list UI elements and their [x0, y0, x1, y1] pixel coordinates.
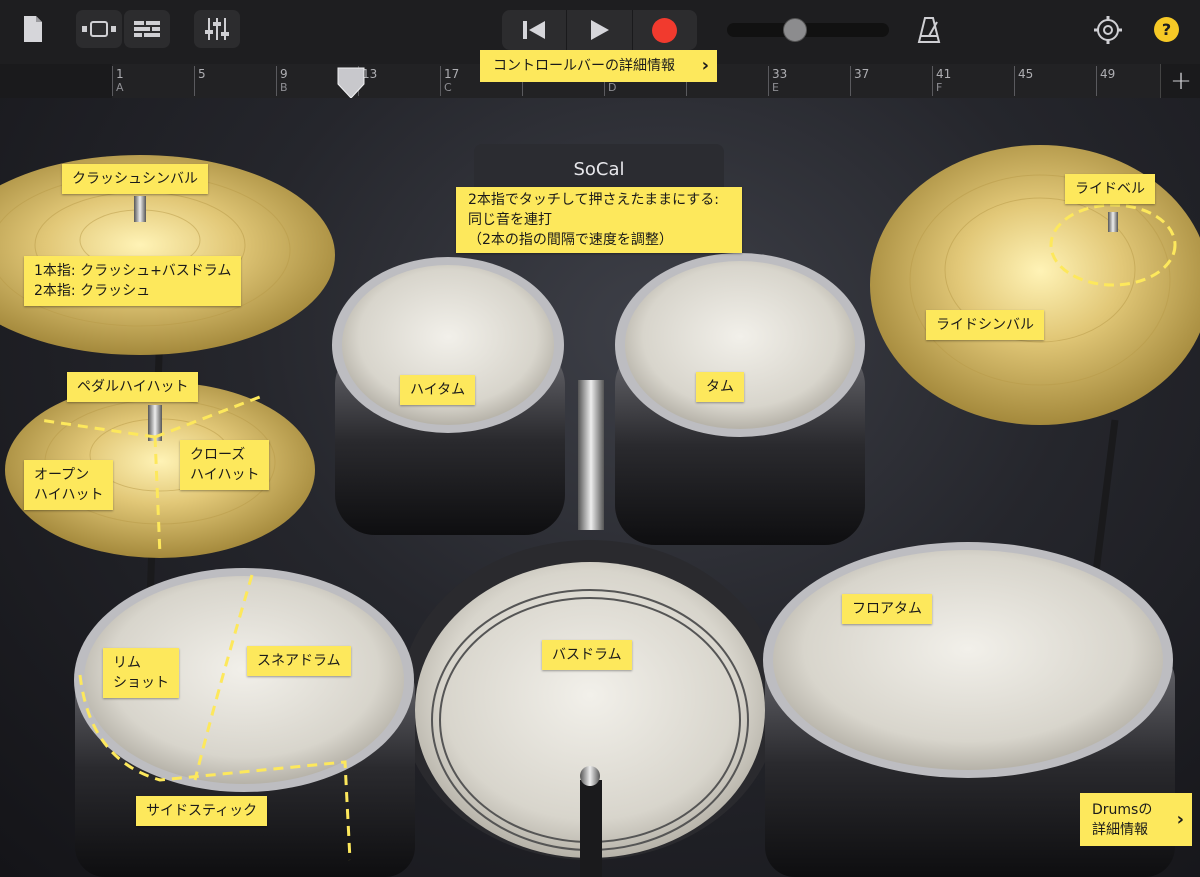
- document-icon: [24, 16, 42, 42]
- ruler-bar-marker: [850, 66, 851, 96]
- bass-drum[interactable]: [400, 540, 780, 877]
- view-toggle-button[interactable]: [76, 10, 122, 48]
- record-icon: [652, 17, 678, 43]
- pedal-hihat-label: ペダルハイハット: [67, 372, 199, 402]
- rim-shot-line: ショット: [113, 675, 169, 691]
- ruler-bar-marker: [440, 66, 441, 96]
- rim-shot-line: リム: [113, 655, 141, 671]
- tom-label: タム: [696, 372, 744, 402]
- settings-button[interactable]: [1094, 16, 1122, 48]
- metronome-button[interactable]: [916, 16, 942, 48]
- tracks-view-button[interactable]: [124, 10, 170, 48]
- help-button[interactable]: ?: [1154, 17, 1179, 42]
- ruler-bar-number: 33: [772, 67, 788, 81]
- ruler-bar-marker: [1096, 66, 1097, 96]
- add-section-button[interactable]: +: [1160, 64, 1200, 98]
- view-toggle-icon: [82, 21, 116, 37]
- transport-controls: [502, 10, 697, 50]
- plus-icon: +: [1170, 66, 1192, 96]
- ruler-bar-number: 49: [1100, 67, 1116, 81]
- drums-info-button[interactable]: Drumsの 詳細情報 ›: [1080, 793, 1192, 846]
- side-stick-label: サイドスティック: [136, 796, 268, 826]
- record-button[interactable]: [633, 10, 697, 50]
- help-icon: ?: [1161, 20, 1172, 39]
- ruler-bar-marker: [932, 66, 933, 96]
- tom-mount: [578, 380, 604, 530]
- control-bar-info-label: コントロールバーの詳細情報: [493, 58, 675, 74]
- ruler-bar-marker: [194, 66, 195, 96]
- ruler-bar-marker: [276, 66, 277, 96]
- volume-knob[interactable]: [783, 18, 807, 42]
- volume-slider[interactable]: [727, 23, 889, 37]
- control-bar-info-button[interactable]: コントロールバーの詳細情報 ›: [480, 50, 717, 82]
- crash-cymbal-label: クラッシュシンバル: [62, 164, 208, 194]
- play-button[interactable]: [567, 10, 633, 50]
- ruler-bar-number: 37: [854, 67, 870, 81]
- crash-instruction-line: 1本指: クラッシュ+バスドラム: [34, 263, 232, 279]
- ride-cymbal-label: ライドシンバル: [926, 310, 1044, 340]
- crash-instruction-line: 2本指: クラッシュ: [34, 283, 151, 299]
- rim-shot-label: リム ショット: [103, 648, 179, 698]
- ruler-bar-number: 9: [280, 67, 288, 81]
- repeat-instruction-line: 2本指でタッチして押さえたままにする:: [468, 192, 719, 208]
- snare-drum-label: スネアドラム: [247, 646, 351, 676]
- mixer-button[interactable]: [194, 10, 240, 48]
- repeat-note-instructions: 2本指でタッチして押さえたままにする: 同じ音を連打 （2本の指の間隔で速度を調…: [456, 187, 742, 253]
- ruler-bar-number: 41: [936, 67, 952, 81]
- bass-drum-label: バスドラム: [542, 640, 632, 670]
- drums-info-line: Drumsの: [1092, 801, 1153, 818]
- drums-info-line: 詳細情報: [1092, 821, 1148, 838]
- high-tom-label: ハイタム: [400, 375, 476, 405]
- closed-hihat-line: ハイハット: [190, 467, 260, 483]
- ruler-bar-number: 1: [116, 67, 124, 81]
- closed-hihat-line: クローズ: [190, 447, 246, 463]
- chevron-right-icon: ›: [701, 55, 709, 76]
- metronome-icon: [917, 17, 941, 43]
- snare-drum[interactable]: [74, 568, 415, 877]
- chevron-right-icon: ›: [1176, 808, 1184, 830]
- closed-hihat-label: クローズ ハイハット: [180, 440, 270, 490]
- ruler-section-letter: E: [772, 81, 779, 94]
- rewind-icon: [523, 21, 546, 39]
- ruler-section-letter: D: [608, 81, 617, 94]
- open-hihat-line: オープン: [34, 467, 90, 483]
- ruler-section-letter: F: [936, 81, 943, 94]
- ruler-section-letter: A: [116, 81, 124, 94]
- ruler-bar-number: 45: [1018, 67, 1034, 81]
- repeat-instruction-line: （2本の指の間隔で速度を調整）: [468, 232, 673, 248]
- open-hihat-label: オープン ハイハット: [24, 460, 114, 510]
- playhead[interactable]: [336, 66, 366, 100]
- ruler-section-letter: B: [280, 81, 288, 94]
- floor-tom-label: フロアタム: [842, 594, 932, 624]
- open-hihat-line: ハイハット: [34, 487, 104, 503]
- garageband-drums-screen: ? 1A59B1317C2125D2933E3741F4549 +: [0, 0, 1200, 877]
- settings-icon: [1094, 16, 1122, 44]
- my-songs-button[interactable]: [18, 10, 48, 48]
- ruler-bar-marker: [768, 66, 769, 96]
- tracks-icon: [134, 21, 160, 37]
- ride-bell-label: ライドベル: [1065, 174, 1155, 204]
- ruler-section-letter: C: [444, 81, 452, 94]
- repeat-instruction-line: 同じ音を連打: [468, 212, 552, 228]
- crash-instructions: 1本指: クラッシュ+バスドラム 2本指: クラッシュ: [24, 256, 242, 306]
- rewind-button[interactable]: [502, 10, 568, 50]
- kit-name-label: SoCal: [573, 158, 625, 180]
- ruler-bar-number: 5: [198, 67, 206, 81]
- ruler-bar-marker: [112, 66, 113, 96]
- ruler-bar-number: 17: [444, 67, 460, 81]
- play-icon: [591, 20, 610, 40]
- ruler-bar-marker: [1014, 66, 1015, 96]
- mixer-icon: [205, 18, 229, 40]
